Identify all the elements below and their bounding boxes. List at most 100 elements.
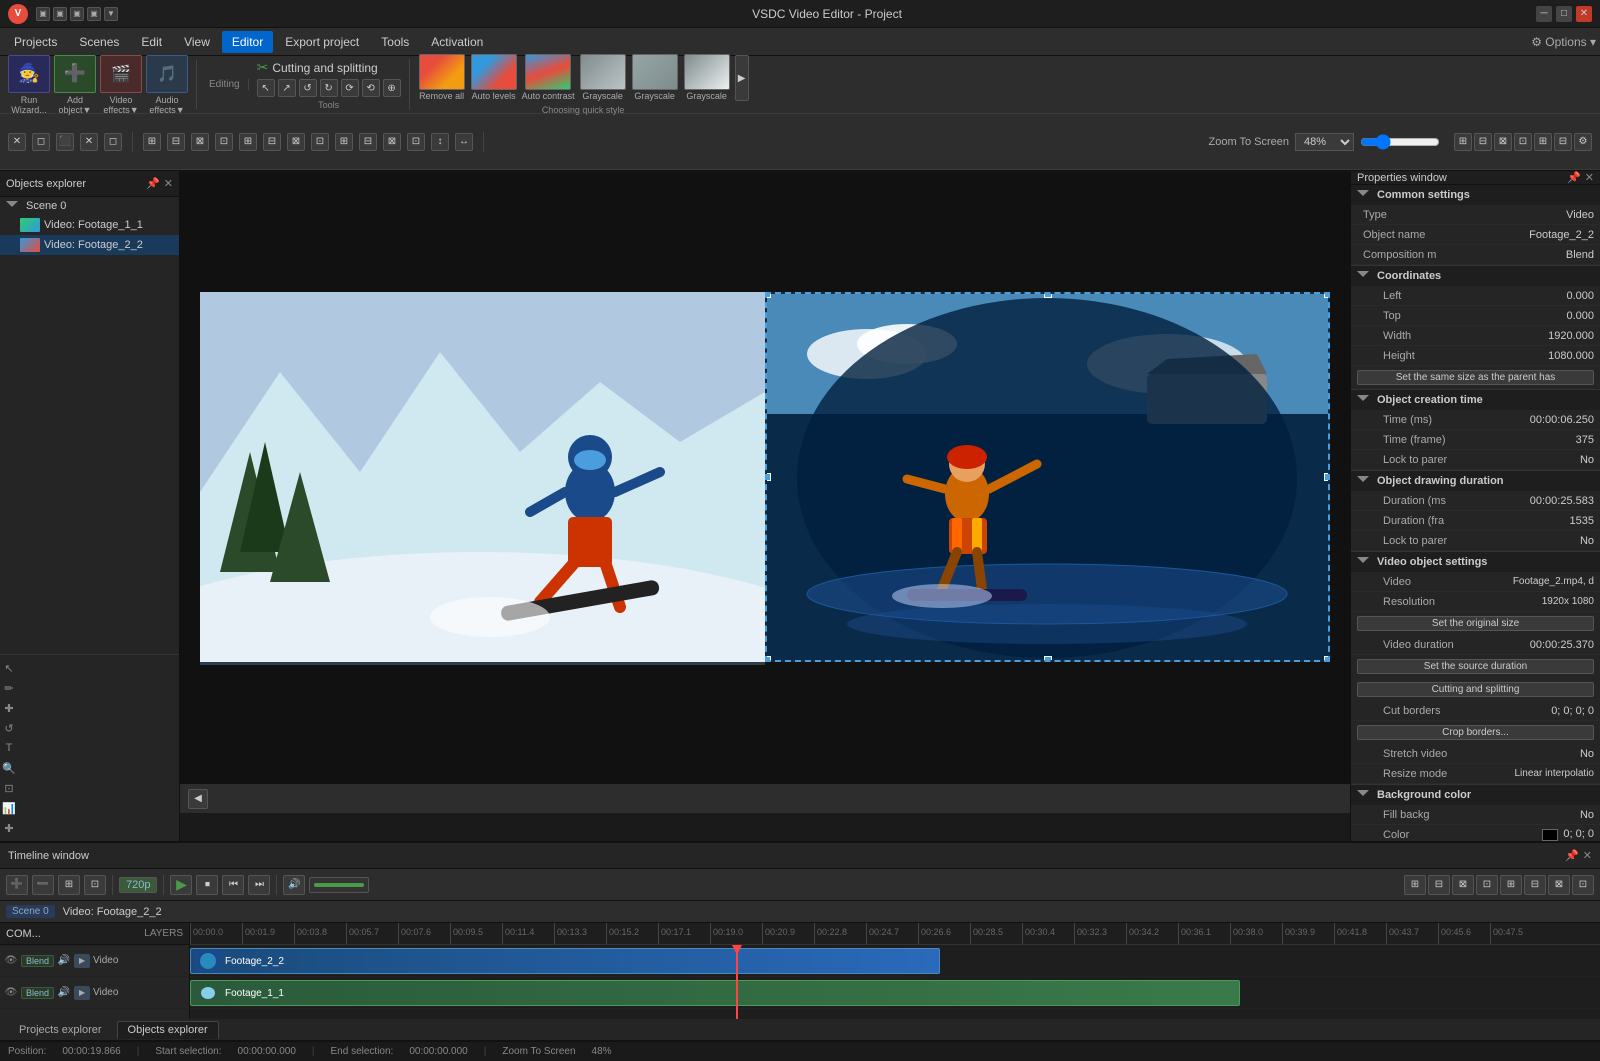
playhead[interactable] — [736, 945, 738, 1019]
volume-control[interactable] — [309, 877, 369, 893]
objects-explorer-tab[interactable]: Objects explorer — [117, 1021, 219, 1039]
time-frame-value[interactable]: 375 — [1514, 434, 1594, 446]
track2-eye[interactable]: 👁 — [4, 986, 18, 1000]
footage1-clip[interactable]: Footage_1_1 — [190, 980, 1240, 1006]
panel-tool-crop[interactable]: ⊡ — [0, 779, 18, 797]
panel-tool-chart[interactable]: 📊 — [0, 799, 18, 817]
menu-projects[interactable]: Projects — [4, 31, 67, 53]
left-value[interactable]: 0.000 — [1514, 290, 1594, 302]
canvas-tool-align9[interactable]: ⊞ — [335, 133, 353, 151]
quick-btn-5[interactable]: ▼ — [104, 7, 118, 21]
cut-tool-7[interactable]: ⊕ — [383, 79, 401, 97]
cut-tool-1[interactable]: ↖ — [257, 79, 275, 97]
canvas-tool-align6[interactable]: ⊟ — [263, 133, 281, 151]
original-size-button[interactable]: Set the original size — [1357, 616, 1594, 631]
color-value[interactable]: 0; 0; 0 — [1514, 828, 1594, 840]
canvas-tool-5[interactable]: ◻ — [104, 133, 122, 151]
quick-btn-1[interactable]: ▣ — [36, 7, 50, 21]
crop-borders-button[interactable]: Crop borders... — [1357, 725, 1594, 740]
canvas-tool-align11[interactable]: ⊠ — [383, 133, 401, 151]
properties-pin-icon[interactable]: 📌 — [1567, 171, 1581, 184]
tl-r5[interactable]: ⊞ — [1500, 875, 1522, 895]
canvas-tool-align10[interactable]: ⊟ — [359, 133, 377, 151]
view-mode-4[interactable]: ⊡ — [1514, 133, 1532, 151]
scene-tree-item[interactable]: Scene 0 — [0, 197, 179, 215]
track1-blend[interactable]: Blend — [21, 955, 54, 967]
grayscale-2-btn[interactable]: Grayscale — [631, 54, 679, 102]
canvas-tool-align3[interactable]: ⊠ — [191, 133, 209, 151]
grayscale-3-btn[interactable]: Grayscale — [683, 54, 731, 102]
tl-play-btn[interactable]: ▶ — [170, 875, 192, 895]
resolution-badge[interactable]: 720p — [119, 877, 157, 893]
canvas-tool-2[interactable]: ◻ — [32, 133, 50, 151]
properties-close-icon[interactable]: ✕ — [1585, 171, 1594, 184]
tl-group-btn[interactable]: ⊡ — [84, 875, 106, 895]
height-value[interactable]: 1080.000 — [1514, 350, 1594, 362]
canvas-tool-3[interactable]: ⬛ — [56, 133, 74, 151]
tl-add-btn[interactable]: ➕ — [6, 875, 28, 895]
panel-tool-arrow[interactable]: ↖ — [0, 659, 18, 677]
cut-tool-4[interactable]: ↻ — [320, 79, 338, 97]
canvas-tool-align12[interactable]: ⊡ — [407, 133, 425, 151]
panel-tool-zoom[interactable]: 🔍 — [0, 759, 18, 777]
canvas-tool-align7[interactable]: ⊠ — [287, 133, 305, 151]
view-mode-3[interactable]: ⊠ — [1494, 133, 1512, 151]
minimize-button[interactable]: ─ — [1536, 6, 1552, 22]
quick-btn-3[interactable]: ▣ — [70, 7, 84, 21]
creation-time-header[interactable]: Object creation time — [1351, 390, 1600, 410]
time-ms-value[interactable]: 00:00:06.250 — [1514, 414, 1594, 426]
resize-handle-tm[interactable] — [1044, 292, 1052, 298]
tl-prev-btn[interactable]: ⏮ — [222, 875, 244, 895]
tl-dup-btn[interactable]: ⊞ — [58, 875, 80, 895]
quick-btn-2[interactable]: ▣ — [53, 7, 67, 21]
coordinates-header[interactable]: Coordinates — [1351, 266, 1600, 286]
resize-handle-mr[interactable] — [1324, 473, 1330, 481]
common-settings-header[interactable]: Common settings — [1351, 185, 1600, 205]
canvas-tool-align13[interactable]: ↕ — [431, 133, 449, 151]
add-object-button[interactable]: ➕ — [54, 55, 96, 93]
tl-next-btn[interactable]: ⏭ — [248, 875, 270, 895]
cut-tool-5[interactable]: ⟳ — [341, 79, 359, 97]
tl-r6[interactable]: ⊟ — [1524, 875, 1546, 895]
menu-edit[interactable]: Edit — [131, 31, 172, 53]
auto-contrast-btn[interactable]: Auto contrast — [522, 54, 575, 102]
canvas-tool-align2[interactable]: ⊟ — [167, 133, 185, 151]
canvas-tool-align5[interactable]: ⊞ — [239, 133, 257, 151]
canvas-tool-align4[interactable]: ⊡ — [215, 133, 233, 151]
options-button[interactable]: ⚙ Options ▾ — [1531, 35, 1596, 49]
tl-audio-btn[interactable]: 🔊 — [283, 875, 305, 895]
tl-r7[interactable]: ⊠ — [1548, 875, 1570, 895]
grayscale-1-btn[interactable]: Grayscale — [579, 54, 627, 102]
duration-fra-value[interactable]: 1535 — [1514, 515, 1594, 527]
projects-explorer-tab[interactable]: Projects explorer — [8, 1021, 113, 1039]
audio-effects-button[interactable]: 🎵 — [146, 55, 188, 93]
view-mode-1[interactable]: ⊞ — [1454, 133, 1472, 151]
canvas-tool-align1[interactable]: ⊞ — [143, 133, 161, 151]
canvas-nav-left[interactable]: ◀ — [188, 789, 208, 809]
menu-activation[interactable]: Activation — [421, 31, 493, 53]
video-object-header[interactable]: Video object settings — [1351, 552, 1600, 572]
menu-scenes[interactable]: Scenes — [69, 31, 129, 53]
tl-r2[interactable]: ⊟ — [1428, 875, 1450, 895]
panel-close-icon[interactable]: ✕ — [164, 177, 173, 190]
clip1-snowboard[interactable] — [200, 292, 765, 665]
track2-audio-icon[interactable]: 🔊 — [57, 986, 71, 1000]
panel-tool-rotate[interactable]: ↺ — [0, 719, 18, 737]
canvas-tool-align14[interactable]: ↔ — [455, 133, 473, 151]
zoom-slider[interactable] — [1360, 134, 1440, 150]
source-duration-button[interactable]: Set the source duration — [1357, 659, 1594, 674]
tl-r4[interactable]: ⊡ — [1476, 875, 1498, 895]
tl-r3[interactable]: ⊠ — [1452, 875, 1474, 895]
menu-tools[interactable]: Tools — [371, 31, 419, 53]
run-wizard-button[interactable]: 🧙 — [8, 55, 50, 93]
quick-btn-4[interactable]: ▣ — [87, 7, 101, 21]
timeline-close-icon[interactable]: ✕ — [1583, 849, 1592, 862]
resize-handle-bl[interactable] — [765, 656, 771, 662]
duration-ms-value[interactable]: 00:00:25.583 — [1514, 495, 1594, 507]
width-value[interactable]: 1920.000 — [1514, 330, 1594, 342]
canvas-area[interactable] — [180, 171, 1350, 783]
more-styles-btn[interactable]: ▶ — [735, 55, 749, 101]
track1-audio-icon[interactable]: 🔊 — [57, 954, 71, 968]
canvas-tool-align8[interactable]: ⊡ — [311, 133, 329, 151]
track2-blend[interactable]: Blend — [21, 987, 54, 999]
